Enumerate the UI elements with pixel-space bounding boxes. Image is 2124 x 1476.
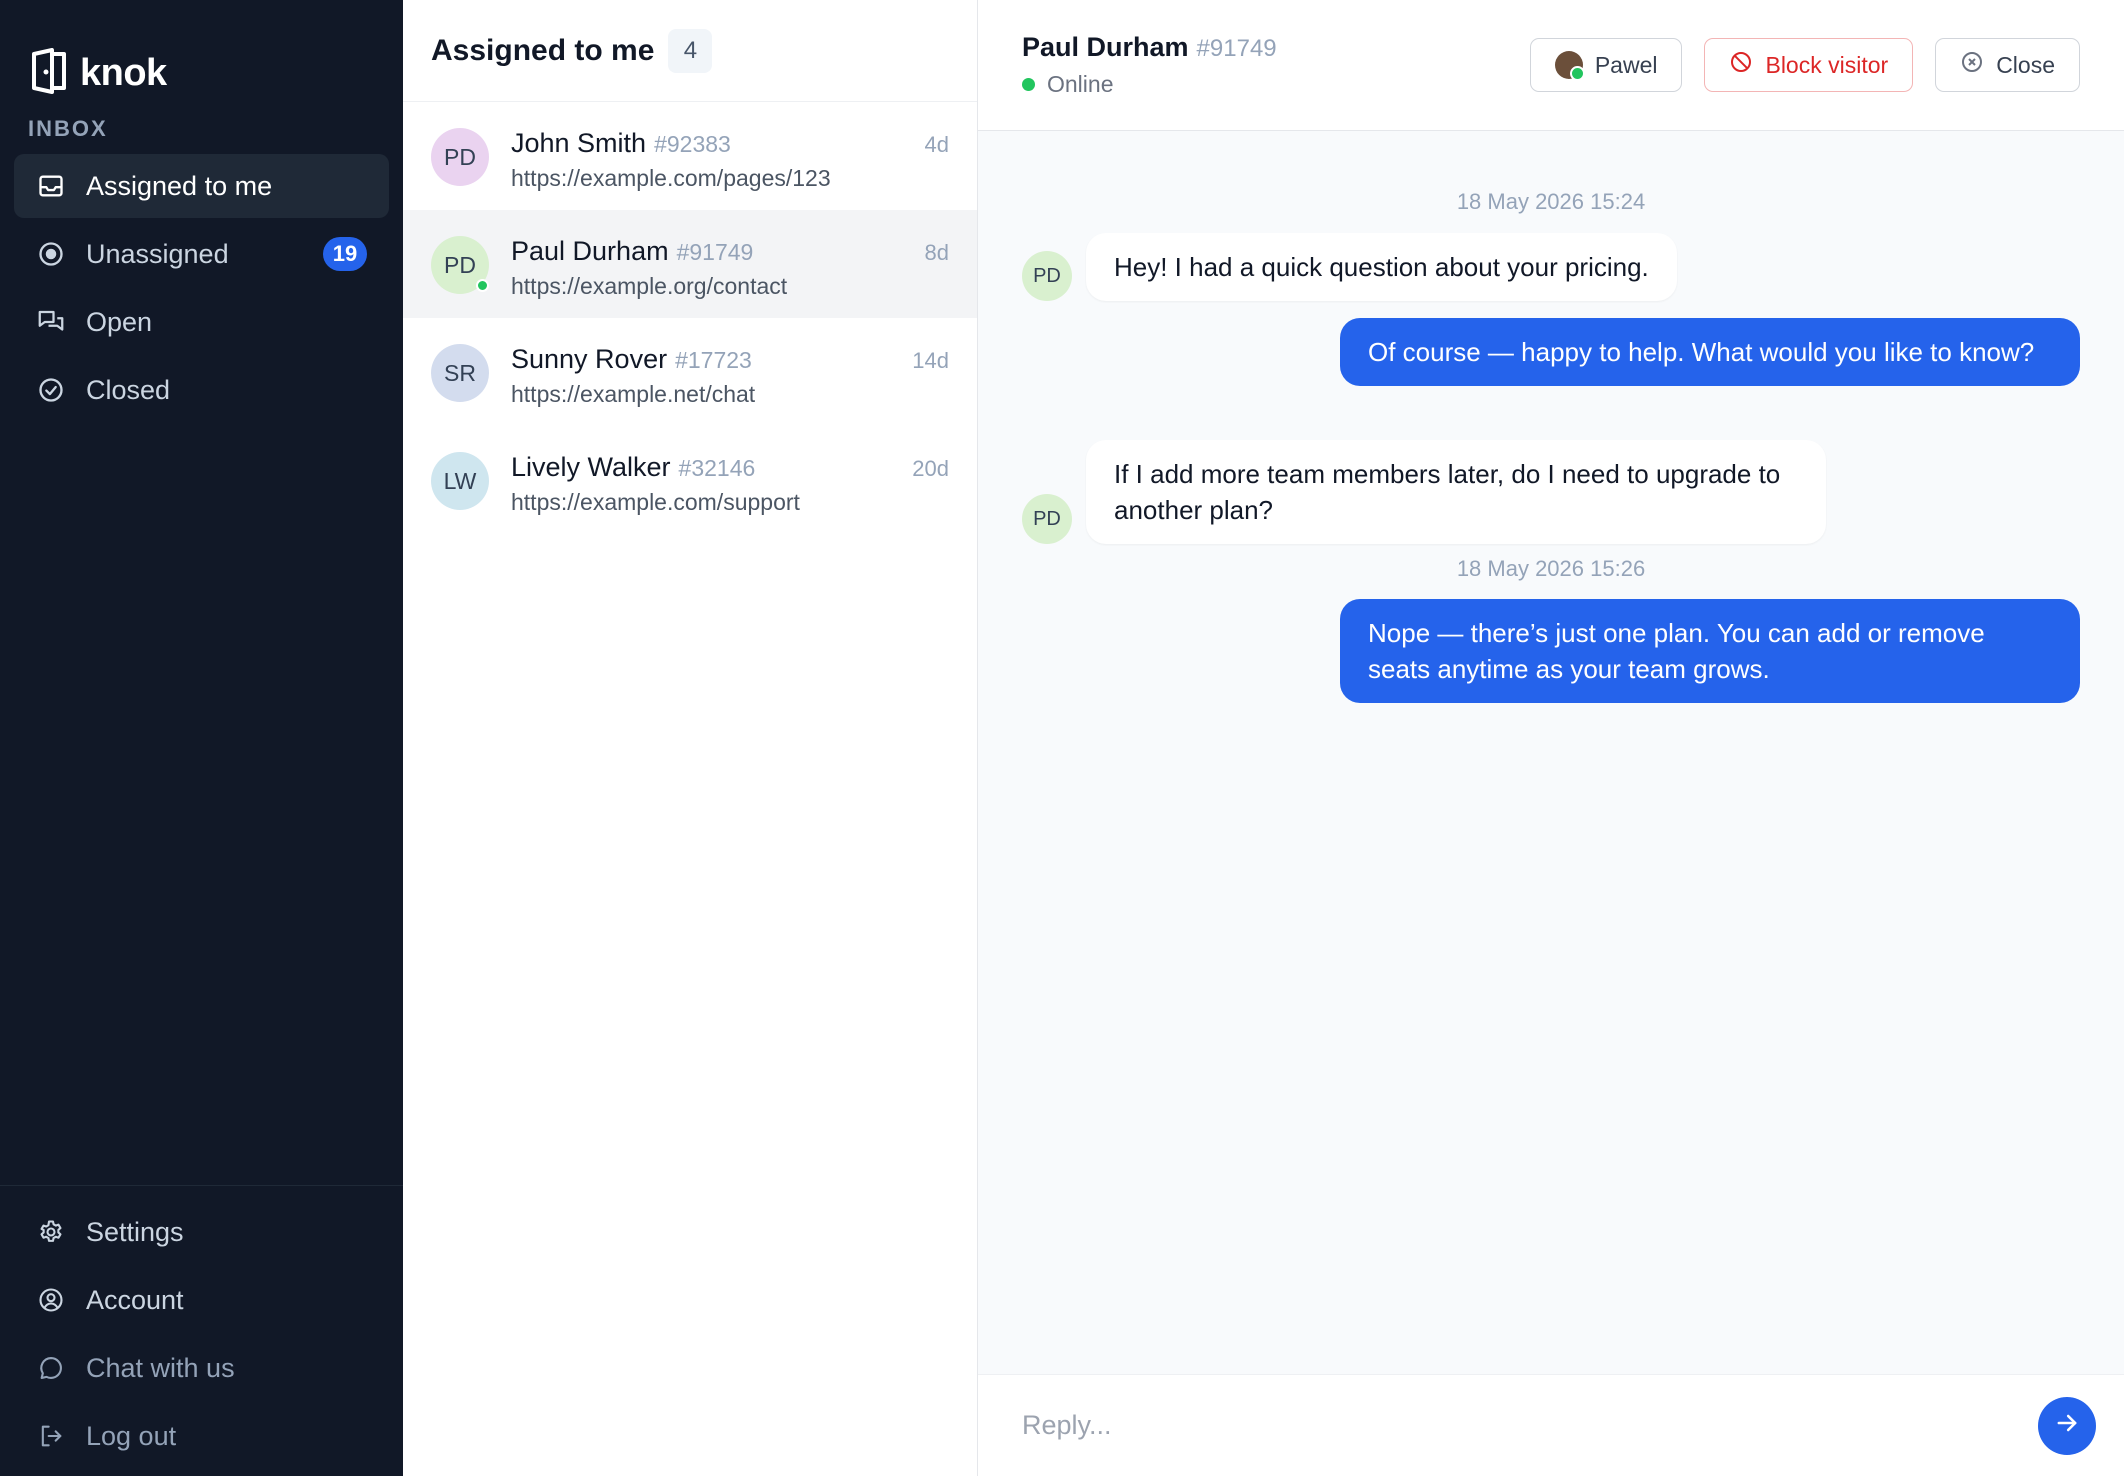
block-visitor-label: Block visitor [1765,51,1889,78]
send-button[interactable] [2038,1396,2096,1455]
gear-icon [36,1217,66,1247]
sidebar-item-open[interactable]: Open [14,290,389,354]
block-visitor-button[interactable]: Block visitor [1704,38,1914,92]
message-thread: 18 May 2026 15:24 PD Hey! I had a quick … [978,131,2124,1374]
sidebar-item-closed[interactable]: Closed [14,358,389,422]
logout-icon [36,1421,66,1451]
avatar: PD [431,236,489,294]
conversation-count: 4 [668,28,713,73]
conversation-item[interactable]: PD John Smith #92383 https://example.com… [403,102,977,210]
conversation-name: John Smith [511,128,647,158]
unassigned-count-badge: 19 [323,237,367,271]
app-root: knok INBOX Assigned to me Unassigned 19 [0,0,2124,1476]
sidebar-item-label: Account [86,1284,184,1315]
conversation-id: #92383 [654,131,731,157]
online-indicator [1022,78,1035,91]
app-name: knok [80,51,167,94]
avatar: LW [431,452,489,510]
conversation-time: 8d [924,240,949,265]
close-label: Close [1996,51,2055,78]
chat-header: Paul Durham #91749 Online Pawel Block vi… [978,0,2124,131]
assignee-button[interactable]: Pawel [1529,38,1683,92]
conversation-url: https://example.com/pages/123 [511,165,831,191]
conversation-time: 14d [912,348,949,373]
chat-actions: Pawel Block visitor Close [1529,38,2080,92]
conversation-item[interactable]: LW Lively Walker #32146 https://example.… [403,426,977,534]
sidebar-item-label: Assigned to me [86,170,273,201]
status-text: Online [1047,71,1114,97]
conversation-id: #91749 [676,239,754,265]
block-icon [1729,50,1753,80]
close-circle-icon [1960,50,1984,80]
avatar-initials: PD [444,251,476,278]
sidebar-item-log-out[interactable]: Log out [14,1404,389,1468]
sidebar-footer: Settings Account Chat with us Log out [0,1185,403,1476]
sidebar-item-label: Chat with us [86,1352,235,1383]
conversation-name: Lively Walker [511,452,671,482]
list-header: Assigned to me 4 [403,0,977,102]
avatar: PD [1022,251,1072,301]
sidebar-item-settings[interactable]: Settings [14,1200,389,1264]
message-bubble: If I add more team members later, do I n… [1086,440,1826,544]
sidebar-item-label: Log out [86,1420,177,1451]
chat-bubbles-icon [36,307,66,337]
conversation-time: 4d [924,132,949,157]
target-icon [36,239,66,269]
check-circle-icon [36,375,66,405]
message-outgoing: Nope — there’s just one plan. You can ad… [1340,599,2080,703]
sidebar-item-label: Closed [86,374,171,405]
inbox-section-label: INBOX [28,116,108,141]
sidebar-item-account[interactable]: Account [14,1268,389,1332]
visitor-name: Paul Durham [1022,32,1189,62]
conversation-item[interactable]: SR Sunny Rover #17723 https://example.ne… [403,318,977,426]
agent-avatar [1554,51,1585,81]
sidebar-item-unassigned[interactable]: Unassigned 19 [14,222,389,286]
message-bubble: Of course — happy to help. What would yo… [1340,318,2080,386]
conversation-id: #17723 [675,347,752,373]
sidebar-item-label: Settings [86,1216,184,1247]
user-circle-icon [36,1285,66,1315]
avatar: PD [431,128,489,186]
reply-input[interactable] [1022,1410,2038,1441]
message-incoming: PD Hey! I had a quick question about you… [1022,233,1677,301]
message-timestamp: 18 May 2026 15:26 [1456,556,1646,581]
conversation-name: Paul Durham [511,236,669,266]
message-bubble: Nope — there’s just one plan. You can ad… [1340,599,2080,703]
conversation-item-selected[interactable]: PD Paul Durham #91749 https://example.or… [403,210,977,318]
visitor-id: #91749 [1196,35,1277,62]
sidebar: knok INBOX Assigned to me Unassigned 19 [0,0,403,1476]
chat-bubble-icon [36,1353,66,1383]
logo[interactable]: knok [0,0,403,112]
arrow-right-icon [2053,1409,2081,1442]
sidebar-item-label: Unassigned [86,238,229,269]
inbox-icon [36,171,66,201]
message-incoming: PD If I add more team members later, do … [1022,440,1826,544]
visitor-info: Paul Durham #91749 Online [1022,32,1530,98]
conversation-name: Sunny Rover [511,344,668,374]
sidebar-item-chat-with-us[interactable]: Chat with us [14,1336,389,1400]
inbox-nav: Assigned to me Unassigned 19 Open Closed [0,154,403,422]
visitor-status: Online [1022,71,1530,98]
message-bubble: Hey! I had a quick question about your p… [1086,233,1677,301]
conversation-id: #32146 [678,455,756,481]
message-timestamp: 18 May 2026 15:24 [1456,189,1646,214]
conversation-time: 20d [912,456,949,481]
knok-logo-icon [28,47,72,99]
conversation-list: Assigned to me 4 PD John Smith #92383 ht… [403,0,978,1476]
assignee-label: Pawel [1594,51,1658,78]
sidebar-item-label: Open [86,306,153,337]
avatar: PD [1022,494,1072,544]
online-indicator [476,279,489,292]
reply-bar [978,1374,2124,1476]
message-outgoing: Of course — happy to help. What would yo… [1340,318,2080,386]
conversation-url: https://example.org/contact [511,273,788,299]
conversation-url: https://example.net/chat [511,381,756,407]
close-conversation-button[interactable]: Close [1935,38,2080,92]
list-title: Assigned to me [431,33,655,67]
conversation-url: https://example.com/support [511,489,800,515]
chat-pane: Paul Durham #91749 Online Pawel Block vi… [978,0,2124,1476]
avatar: SR [431,344,489,402]
sidebar-item-assigned-to-me[interactable]: Assigned to me [14,154,389,218]
